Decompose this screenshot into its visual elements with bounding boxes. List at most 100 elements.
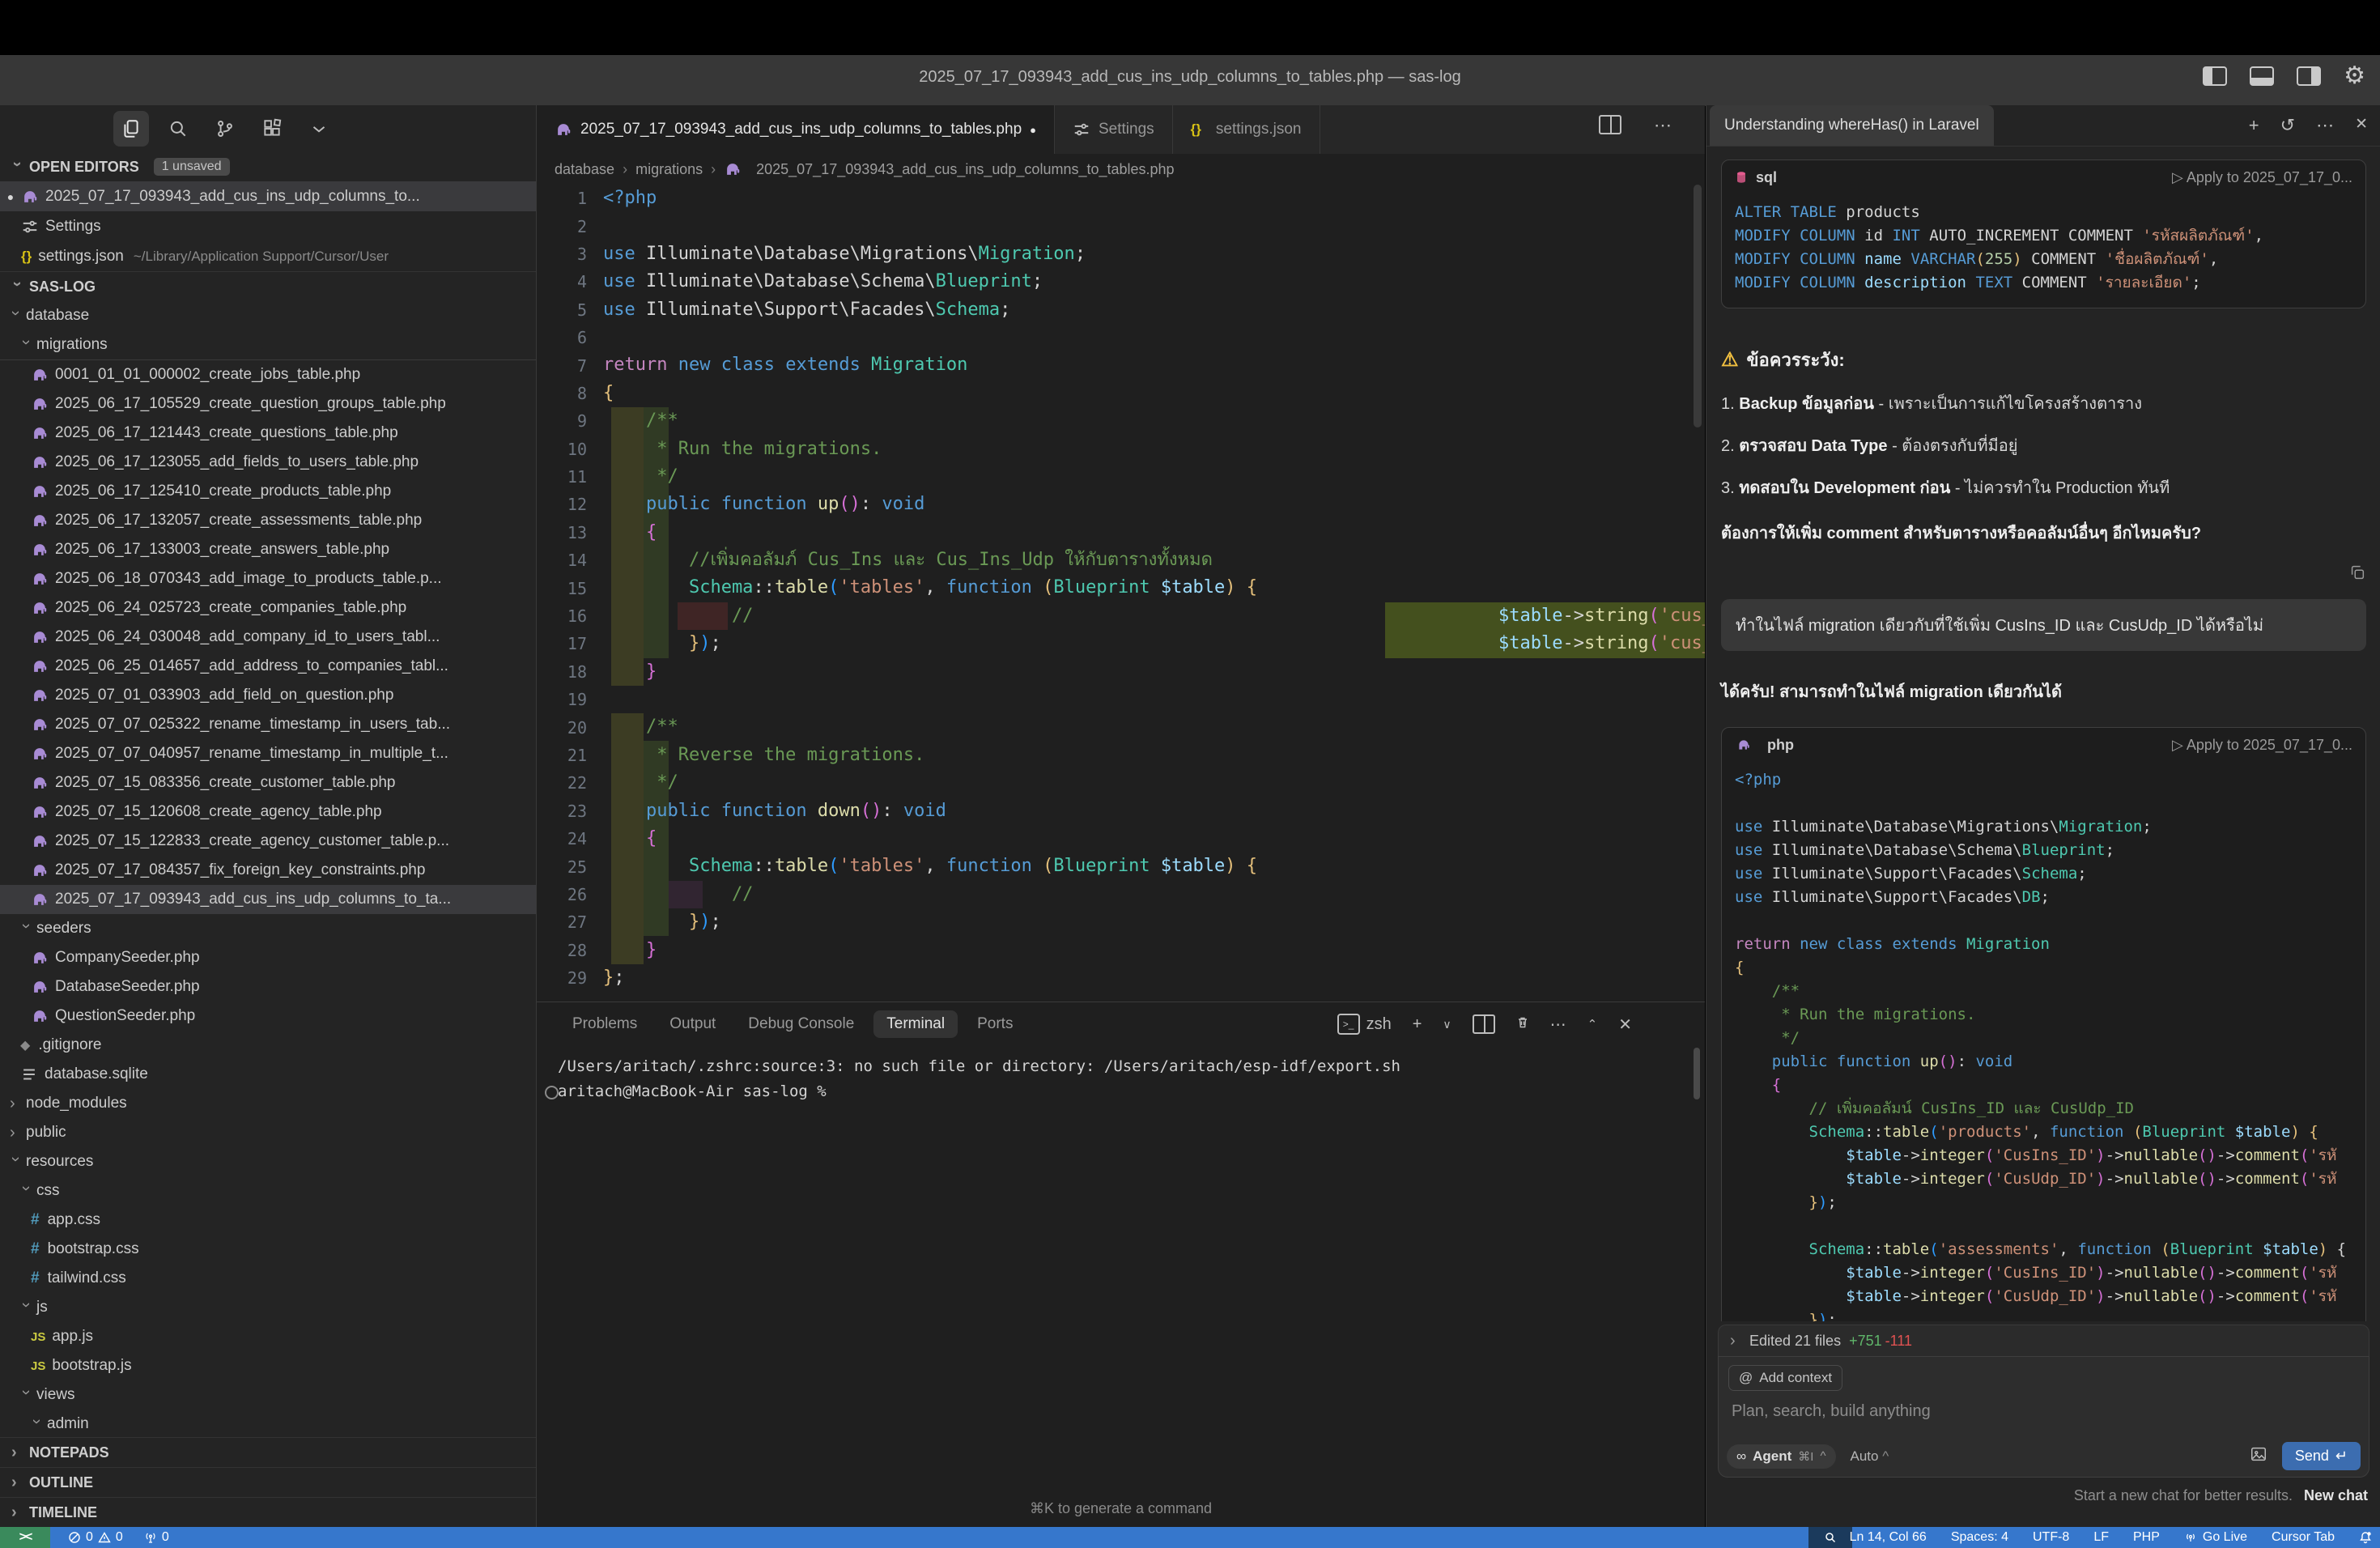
tree-item[interactable]: 2025_06_17_105529_create_question_groups… [0,389,536,419]
new-chat-button[interactable]: New chat [2304,1487,2368,1503]
open-editor-item[interactable]: ●2025_07_17_093943_add_cus_ins_udp_colum… [0,181,536,211]
editor-more-actions-icon[interactable]: ⋯ [1654,115,1672,136]
terminal-scrollbar[interactable] [1694,1048,1700,1099]
kill-terminal-icon[interactable] [1516,1015,1529,1034]
indentation-indicator[interactable]: Spaces: 4 [1951,1530,2008,1545]
tree-item[interactable]: 2025_07_15_083356_create_customer_table.… [0,768,536,797]
open-editor-item[interactable]: {}settings.json~/Library/Application Sup… [0,241,536,271]
eol-indicator[interactable]: LF [2093,1530,2109,1545]
tree-item[interactable]: 2025_07_15_120608_create_agency_table.ph… [0,797,536,827]
ports-status[interactable]: 0 [144,1530,169,1545]
sidebar-section-notepads[interactable]: ›NOTEPADS [0,1437,536,1467]
chat-tab[interactable]: Understanding whereHas() in Laravel [1710,105,1994,146]
language-indicator[interactable]: PHP [2133,1530,2160,1545]
notifications-bell-icon[interactable] [2359,1531,2372,1544]
tree-item[interactable]: 2025_06_25_014657_add_address_to_compani… [0,652,536,681]
tree-item[interactable]: 2025_07_01_033903_add_field_on_question.… [0,681,536,710]
tree-item[interactable]: 2025_06_24_025723_create_companies_table… [0,593,536,623]
new-terminal-icon[interactable]: + [1413,1015,1422,1034]
breadcrumb-item[interactable]: migrations [635,161,703,178]
breadcrumb[interactable]: database›migrations›2025_07_17_093943_ad… [537,154,1705,185]
close-panel-icon[interactable]: ✕ [1618,1014,1632,1035]
apply-button[interactable]: ▷ Apply to 2025_07_17_0... [2172,169,2352,186]
problems-status[interactable]: 0 0 [68,1530,123,1545]
terminal-profile[interactable]: >_ zsh [1337,1014,1392,1035]
open-editors-header[interactable]: › OPEN EDITORS 1 unsaved [0,152,536,181]
apply-button[interactable]: ▷ Apply to 2025_07_17_0... [2172,737,2352,754]
tree-folder[interactable]: ›database [0,301,536,330]
tree-item[interactable]: #tailwind.css [0,1264,536,1293]
panel-tab-terminal[interactable]: Terminal [873,1010,958,1038]
tree-folder[interactable]: ›js [0,1293,536,1322]
tree-item[interactable]: 2025_07_17_093943_add_cus_ins_udp_column… [0,885,536,914]
panel-tab-problems[interactable]: Problems [559,1010,650,1038]
tree-folder[interactable]: ›admin [0,1410,536,1439]
tree-item[interactable]: 2025_06_17_133003_create_answers_table.p… [0,535,536,564]
chat-input[interactable]: @ Add context Plan, search, build anythi… [1718,1356,2369,1478]
breadcrumb-item[interactable]: database [555,161,614,178]
panel-tab-ports[interactable]: Ports [964,1010,1026,1038]
tree-item[interactable]: 2025_06_17_132057_create_assessments_tab… [0,506,536,535]
tree-item[interactable]: 2025_07_17_084357_fix_foreign_key_constr… [0,856,536,885]
chat-history-icon[interactable]: ↺ [2280,115,2295,136]
panel-tab-output[interactable]: Output [657,1010,729,1038]
send-button[interactable]: Send ↵ [2282,1442,2361,1470]
maximize-panel-icon[interactable]: ⌃ [1587,1017,1598,1031]
edited-files-summary[interactable]: › Edited 21 files +751-111 [1718,1325,2369,1356]
terminal-dropdown-icon[interactable]: ∨ [1443,1018,1451,1031]
tree-item[interactable]: #app.css [0,1206,536,1235]
tree-folder[interactable]: ›css [0,1176,536,1206]
split-editor-icon[interactable] [1599,115,1621,134]
tree-item[interactable]: 2025_06_17_121443_create_questions_table… [0,419,536,448]
inline-suggestion[interactable]: $table->string('cus_ins')->nullable();$t… [1385,602,1705,658]
cursor-tab-indicator[interactable]: Cursor Tab [2272,1530,2335,1545]
files-icon[interactable] [113,111,149,147]
code-editor[interactable]: 1<?php23use Illuminate\Database\Migratio… [537,185,1705,1002]
encoding-indicator[interactable]: UTF-8 [2033,1530,2069,1545]
add-context-button[interactable]: @ Add context [1728,1365,1842,1391]
remote-indicator[interactable]: >< [0,1527,50,1548]
sidebar-section-outline[interactable]: ›OUTLINE [0,1467,536,1497]
panel-more-icon[interactable]: ⋯ [1550,1014,1566,1035]
chat-more-icon[interactable]: ⋯ [2316,115,2334,136]
project-root-header[interactable]: › SAS-LOG [0,271,536,301]
chevron-down-icon[interactable] [301,111,337,147]
tree-item[interactable]: 2025_06_17_123055_add_fields_to_users_ta… [0,448,536,477]
copy-icon[interactable] [2348,563,2366,581]
toggle-right-sidebar-icon[interactable] [2297,66,2321,86]
new-chat-icon[interactable]: + [2249,115,2259,136]
tree-folder[interactable]: ›public [0,1118,536,1147]
tree-folder[interactable]: ›views [0,1380,536,1410]
tree-folder[interactable]: ›seeders [0,914,536,943]
breadcrumb-item[interactable]: 2025_07_17_093943_add_cus_ins_udp_column… [756,161,1174,178]
tree-item[interactable]: 2025_06_18_070343_add_image_to_products_… [0,564,536,593]
tree-item[interactable]: CompanySeeder.php [0,943,536,972]
editor-tab[interactable]: {}settings.json [1173,105,1320,154]
tree-item[interactable]: 0001_01_01_000002_create_jobs_table.php [0,360,536,389]
tree-item[interactable]: database.sqlite [0,1060,536,1089]
tree-item[interactable]: DatabaseSeeder.php [0,972,536,1002]
tree-item[interactable]: JSbootstrap.js [0,1351,536,1380]
tree-folder[interactable]: ›migrations [0,330,536,360]
sidebar-section-timeline[interactable]: ›TIMELINE [0,1497,536,1527]
open-editor-item[interactable]: Settings [0,211,536,241]
split-terminal-icon[interactable] [1473,1014,1495,1034]
go-live-button[interactable]: Go Live [2184,1530,2247,1545]
agent-mode-selector[interactable]: ∞ Agent ⌘I ^ [1727,1444,1836,1469]
editor-tab[interactable]: Settings [1055,105,1173,154]
tree-item[interactable]: 2025_07_15_122833_create_agency_customer… [0,827,536,856]
extensions-icon[interactable] [254,111,290,147]
model-selector[interactable]: Auto ^ [1851,1448,1889,1465]
tree-folder[interactable]: ›resources [0,1147,536,1176]
tree-item[interactable]: QuestionSeeder.php [0,1002,536,1031]
toggle-panel-icon[interactable] [2250,66,2274,86]
tree-item[interactable]: 2025_07_07_040957_rename_timestamp_in_mu… [0,739,536,768]
source-control-icon[interactable] [207,111,243,147]
search-status-icon[interactable] [1808,1527,1852,1548]
tree-item[interactable]: #bootstrap.css [0,1235,536,1264]
tree-item[interactable]: JSapp.js [0,1322,536,1351]
tree-item[interactable]: 2025_07_07_025322_rename_timestamp_in_us… [0,710,536,739]
attach-image-icon[interactable] [2250,1445,2267,1467]
panel-tab-debug-console[interactable]: Debug Console [735,1010,867,1038]
close-chat-icon[interactable]: ✕ [2355,115,2368,136]
